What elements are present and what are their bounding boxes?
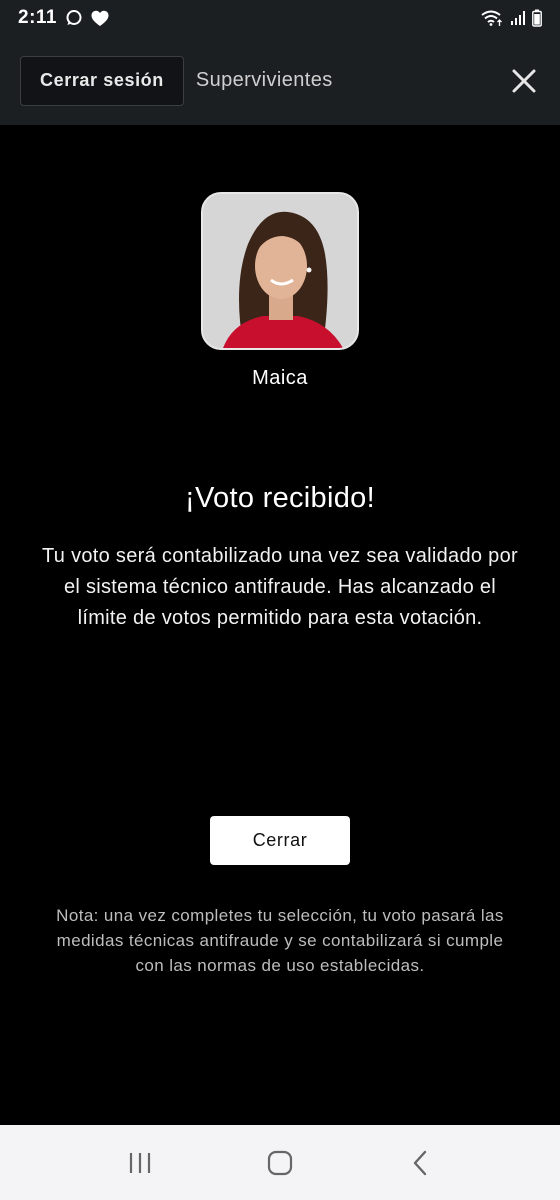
heart-icon	[91, 10, 109, 26]
battery-icon	[532, 9, 542, 27]
signal-icon	[511, 11, 525, 25]
candidate-name: Maica	[252, 367, 308, 389]
note-text: Nota: una vez completes tu selección, tu…	[56, 906, 504, 975]
main-content: Maica ¡Voto recibido! Tu voto será conta…	[0, 125, 560, 1125]
navigation-bar	[0, 1125, 560, 1200]
close-icon[interactable]	[508, 65, 540, 97]
back-icon[interactable]	[390, 1133, 450, 1193]
home-icon[interactable]	[250, 1133, 310, 1193]
result-title: ¡Voto recibido!	[185, 482, 375, 514]
close-button[interactable]: Cerrar	[210, 816, 350, 865]
recent-apps-icon[interactable]	[110, 1133, 170, 1193]
result-message: Tu voto será contabilizado una vez sea v…	[42, 545, 518, 629]
candidate-avatar	[201, 192, 359, 350]
chat-bubble-icon	[66, 10, 82, 25]
status-time: 2:11	[18, 7, 57, 28]
wifi-icon	[481, 10, 502, 26]
header-title: Supervivientes	[195, 69, 333, 91]
logout-button[interactable]: Cerrar sesión	[20, 55, 184, 106]
app-header: Cerrar sesión Supervivientes	[0, 36, 560, 125]
status-bar: 2:11	[0, 0, 560, 36]
